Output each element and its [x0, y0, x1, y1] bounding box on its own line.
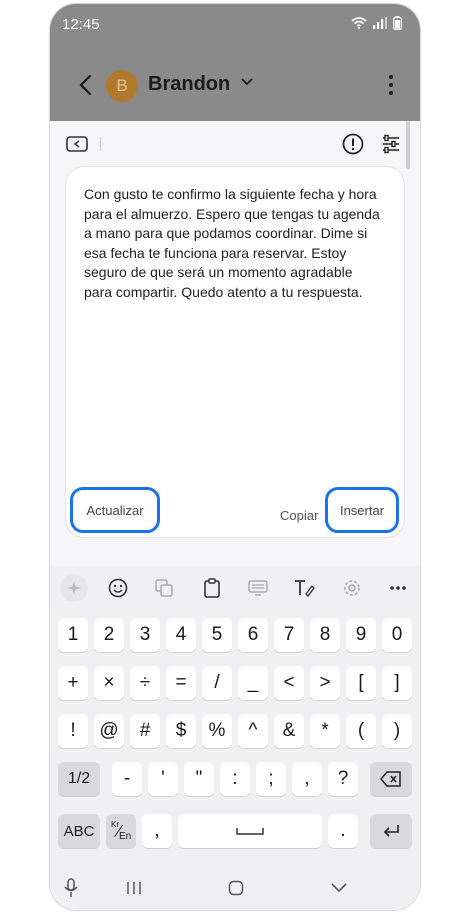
suggestion-card: Con gusto te confirmo la siguiente fecha… — [66, 167, 404, 537]
enter-key[interactable] — [370, 814, 412, 848]
wifi-icon — [351, 17, 367, 29]
key-apostrophe[interactable]: ' — [148, 762, 178, 796]
collapse-panel-icon[interactable] — [66, 135, 88, 153]
keyboard-toolbar — [50, 566, 420, 610]
navigation-bar — [50, 866, 420, 910]
key-less-than[interactable]: < — [274, 666, 304, 700]
refresh-button[interactable]: Actualizar — [70, 487, 160, 533]
key-underscore[interactable]: _ — [238, 666, 268, 700]
key-asterisk[interactable]: * — [310, 714, 340, 748]
key-question[interactable]: ? — [328, 762, 358, 796]
keyboard-mode-icon[interactable] — [246, 576, 270, 600]
back-arrow-icon[interactable] — [72, 70, 102, 100]
home-icon[interactable] — [228, 880, 244, 896]
status-bar: 12:45 — [50, 4, 420, 44]
microphone-icon[interactable] — [64, 878, 78, 898]
comma-key[interactable]: , — [142, 814, 172, 848]
space-bar-icon — [236, 828, 264, 835]
system-icons — [351, 16, 402, 30]
key-multiply[interactable]: × — [94, 666, 124, 700]
language-top-label: Kr — [111, 820, 119, 829]
insert-button[interactable]: Insertar — [325, 487, 399, 533]
key-hyphen[interactable]: - — [112, 762, 142, 796]
key-left-bracket[interactable]: [ — [346, 666, 376, 700]
scrollbar[interactable] — [406, 121, 410, 169]
key-ampersand[interactable]: & — [274, 714, 304, 748]
key-at[interactable]: @ — [94, 714, 124, 748]
language-switch-key[interactable]: Kr En — [106, 814, 136, 848]
language-bottom-label: En — [119, 831, 132, 842]
key-quote[interactable]: " — [184, 762, 214, 796]
key-7[interactable]: 7 — [274, 618, 304, 652]
key-exclamation[interactable]: ! — [58, 714, 88, 748]
more-options-icon[interactable] — [388, 74, 394, 96]
contact-name[interactable]: Brandon — [148, 73, 230, 96]
copy-button[interactable]: Copiar — [280, 508, 318, 523]
signal-icon — [373, 17, 387, 29]
key-caret[interactable]: ^ — [238, 714, 268, 748]
emoji-icon[interactable] — [106, 576, 130, 600]
key-plus[interactable]: + — [58, 666, 88, 700]
app-header-dimmed: 12:45 B Brandon — [50, 4, 420, 121]
backspace-icon — [380, 771, 401, 787]
key-divide[interactable]: ÷ — [130, 666, 160, 700]
clipboard-icon[interactable] — [200, 576, 224, 600]
key-right-bracket[interactable]: ] — [382, 666, 412, 700]
avatar[interactable]: B — [106, 70, 138, 102]
key-hash[interactable]: # — [130, 714, 160, 748]
ai-sparkle-icon[interactable] — [60, 574, 88, 602]
key-6[interactable]: 6 — [238, 618, 268, 652]
key-dollar[interactable]: $ — [166, 714, 196, 748]
status-time: 12:45 — [62, 16, 100, 33]
key-greater-than[interactable]: > — [310, 666, 340, 700]
enter-icon — [383, 825, 399, 837]
key-2[interactable]: 2 — [94, 618, 124, 652]
suggested-message: Con gusto te confirmo la siguiente fecha… — [84, 186, 380, 300]
toolbar-divider — [100, 137, 101, 151]
chevron-down-icon[interactable] — [240, 76, 254, 86]
key-3[interactable]: 3 — [130, 618, 160, 652]
key-colon[interactable]: : — [220, 762, 250, 796]
info-alert-icon[interactable] — [342, 133, 364, 155]
space-key[interactable] — [178, 814, 322, 848]
backspace-key[interactable] — [370, 762, 412, 796]
key-9[interactable]: 9 — [346, 618, 376, 652]
hide-keyboard-icon[interactable] — [330, 882, 348, 894]
phone-screen: 12: 45 B Brandon Con gusto te confirmo la… — [50, 4, 420, 910]
key-5[interactable]: 5 — [202, 618, 232, 652]
gear-icon[interactable] — [340, 576, 364, 600]
settings-sliders-icon[interactable] — [380, 133, 402, 155]
abc-key[interactable]: ABC — [58, 814, 100, 848]
key-page-toggle[interactable]: 1/2 — [58, 762, 100, 796]
key-right-paren[interactable]: ) — [382, 714, 412, 748]
key-slash[interactable]: / — [202, 666, 232, 700]
key-1[interactable]: 1 — [58, 618, 88, 652]
recent-apps-icon[interactable] — [126, 880, 142, 896]
translate-icon[interactable] — [152, 576, 176, 600]
text-style-icon[interactable] — [292, 576, 316, 600]
key-comma-row4[interactable]: , — [292, 762, 322, 796]
conversation-header: B Brandon — [50, 62, 420, 112]
key-0[interactable]: 0 — [382, 618, 412, 652]
more-icon[interactable] — [386, 576, 410, 600]
period-key[interactable]: . — [328, 814, 358, 848]
key-equals[interactable]: = — [166, 666, 196, 700]
key-8[interactable]: 8 — [310, 618, 340, 652]
key-4[interactable]: 4 — [166, 618, 196, 652]
key-percent[interactable]: % — [202, 714, 232, 748]
battery-icon — [393, 16, 402, 30]
key-semicolon[interactable]: ; — [256, 762, 286, 796]
keyboard: 1 2 3 4 5 6 7 8 9 0 + × ÷ = / _ < > [ ] … — [50, 566, 420, 910]
key-left-paren[interactable]: ( — [346, 714, 376, 748]
ai-writing-panel: Con gusto te confirmo la siguiente fecha… — [50, 121, 420, 566]
